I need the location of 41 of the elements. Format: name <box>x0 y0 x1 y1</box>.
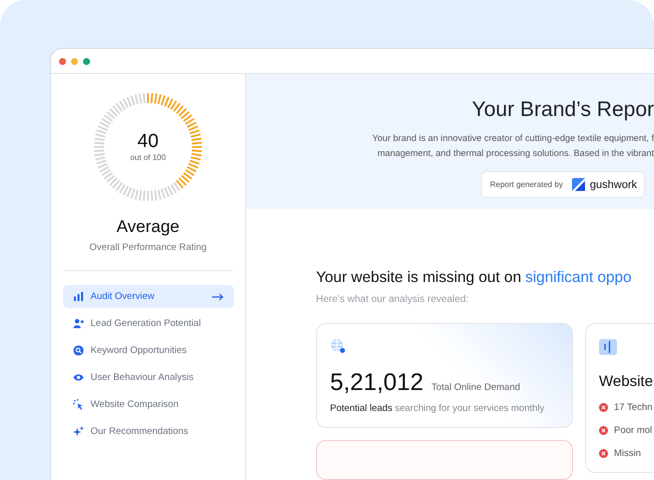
sidebar-item[interactable]: User Behaviour Analysis <box>62 366 234 389</box>
rating-subtitle: Overall Performance Rating <box>89 242 207 253</box>
brand-logo-icon <box>572 178 585 191</box>
issue-text: Poor mol <box>614 425 652 436</box>
sidebar-item[interactable]: Website Comparison <box>62 393 234 416</box>
sidebar-item[interactable]: Lead Generation Potential <box>62 312 234 335</box>
sidebar-item[interactable]: Our Recommendations <box>62 420 234 443</box>
website-card-title: Website <box>599 373 654 390</box>
demand-note: Potential leads searching for your services monthly <box>330 403 546 414</box>
badge-label: Report generated by <box>490 180 563 189</box>
bar-chart-icon <box>72 291 84 302</box>
eye-icon <box>72 372 84 383</box>
score-value: 40 <box>137 132 159 153</box>
close-dot-icon[interactable] <box>59 58 66 64</box>
sidebar-item[interactable]: Audit Overview <box>62 285 234 308</box>
demand-label: Total Online Demand <box>431 382 520 393</box>
report-description: Your brand is an innovative creator of cutting-edge textile equipment, f <box>372 132 654 145</box>
error-icon <box>599 449 608 458</box>
demand-value: 5,21,012 <box>330 369 424 397</box>
sparkle-icon <box>72 426 84 437</box>
user-plus-icon <box>72 318 84 329</box>
issue-text: Missin <box>614 448 641 459</box>
error-icon <box>599 403 608 412</box>
brand-name: gushwork <box>590 178 637 190</box>
panel-icon <box>599 339 617 355</box>
arrow-right-icon <box>212 292 224 300</box>
globe-icon <box>330 338 346 354</box>
issue-text: 17 Techn <box>614 402 652 413</box>
error-icon <box>599 426 608 435</box>
maximize-dot-icon[interactable] <box>83 58 90 64</box>
search-icon <box>72 345 84 356</box>
section-subheading: Here's what our analysis revealed: <box>316 294 470 305</box>
report-title: Your Brand’s Repor <box>472 98 654 122</box>
click-icon <box>72 399 84 410</box>
section-heading-highlight: significant oppo <box>525 269 632 287</box>
report-description: management, and thermal processing solutions. Based in the vibrant <box>377 147 654 160</box>
section-heading: Your website is missing out on <box>316 269 522 287</box>
score-caption: out of 100 <box>130 152 166 162</box>
minimize-dot-icon[interactable] <box>71 58 78 64</box>
rating-label: Average <box>116 217 180 237</box>
sidebar-item[interactable]: Keyword Opportunities <box>62 339 234 362</box>
